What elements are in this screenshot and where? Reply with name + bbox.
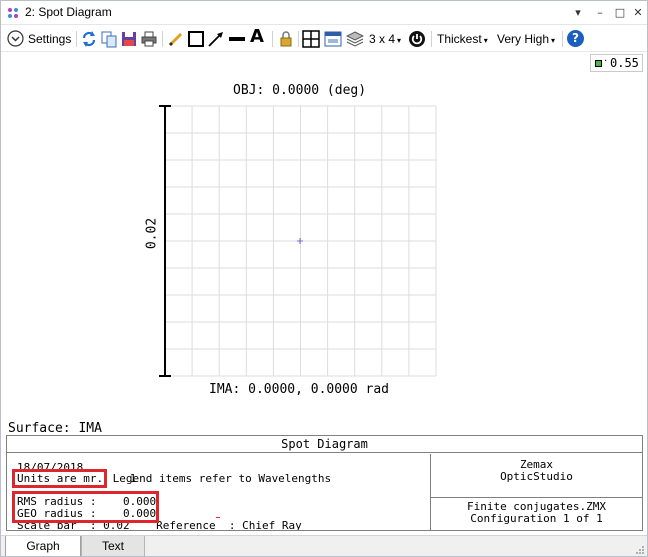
arrow-icon[interactable]	[207, 30, 225, 48]
wavelength-value: 0.55	[610, 56, 639, 70]
resize-grip-icon[interactable]	[635, 545, 645, 555]
toolbar: Settings A 3 x 4 ▾ Thickest ▾ Very High …	[1, 26, 647, 52]
minimize-button[interactable]: –	[589, 3, 611, 23]
layout-dropdown[interactable]: 3 x 4 ▾	[369, 29, 401, 49]
toolbar-separator	[76, 31, 77, 47]
rectangle-icon[interactable]	[187, 30, 205, 48]
plot-title: OBJ: 0.0000 (deg)	[233, 83, 367, 98]
info-box: Spot Diagram 18/07/2018 Field : 1 Units …	[6, 435, 643, 531]
wavelength-color-swatch	[595, 60, 602, 67]
pencil-icon[interactable]	[167, 30, 185, 48]
spot-diagram-plot	[159, 105, 437, 377]
wavelength-marker: ·	[604, 56, 608, 67]
radius-highlight-box	[12, 491, 159, 523]
units-highlight-box	[12, 469, 107, 488]
caret-down-icon: ▾	[551, 36, 556, 45]
window-layout-icon[interactable]	[324, 30, 342, 48]
tab-text[interactable]: Text	[81, 536, 145, 556]
refresh-icon[interactable]	[80, 30, 98, 48]
line-icon[interactable]	[228, 30, 246, 48]
line-weight-dropdown[interactable]: Thickest ▾	[437, 29, 488, 49]
grid-icon[interactable]	[302, 30, 320, 48]
quality-label: Very High	[497, 32, 550, 46]
close-button[interactable]: ✕	[627, 3, 647, 23]
line-weight-label: Thickest	[437, 32, 482, 46]
info-company-panel: Zemax OpticStudio	[430, 454, 642, 498]
window-title: 2: Spot Diagram	[25, 5, 112, 19]
surface-label: Surface: IMA	[8, 421, 102, 436]
quality-dropdown[interactable]: Very High ▾	[497, 29, 555, 49]
toolbar-separator	[431, 31, 432, 47]
info-left-panel: 18/07/2018 Field : 1 Units are mr. Legen…	[7, 454, 430, 530]
caret-down-icon: ▾	[483, 36, 488, 45]
tab-graph[interactable]: Graph	[5, 536, 81, 556]
window-menu-button[interactable]: ▾	[567, 3, 589, 23]
app-icon	[8, 8, 18, 18]
layers-icon[interactable]	[346, 30, 364, 48]
toolbar-separator	[272, 31, 273, 47]
chevron-down-circle-icon[interactable]	[7, 30, 24, 47]
layout-dropdown-label: 3 x 4	[369, 32, 396, 46]
spot-diagram-window: 2: Spot Diagram ▾ – □ ✕ Settings A 3 x 4…	[0, 0, 648, 557]
image-coordinates-label: IMA: 0.0000, 0.0000 rad	[209, 382, 390, 397]
help-icon[interactable]: ?	[567, 30, 584, 47]
text-tool-icon[interactable]: A	[250, 27, 264, 47]
toolbar-separator	[298, 31, 299, 47]
product-name: OpticStudio	[500, 470, 573, 483]
toolbar-separator	[562, 31, 563, 47]
copy-icon[interactable]	[100, 30, 118, 48]
lock-icon[interactable]	[277, 30, 295, 48]
toolbar-separator	[162, 31, 163, 47]
red-annotation-mark	[216, 517, 220, 518]
configuration-text: Configuration 1 of 1	[470, 512, 603, 525]
info-file-panel: Finite conjugates.ZMX Configuration 1 of…	[430, 498, 642, 530]
power-icon[interactable]	[408, 30, 426, 48]
scale-bar-label: 0.02	[144, 217, 160, 250]
info-header: Spot Diagram	[7, 436, 642, 453]
legend-text: Legend items refer to Wavelengths	[106, 472, 332, 485]
settings-button[interactable]: Settings	[28, 29, 71, 49]
title-bar: 2: Spot Diagram ▾ – □ ✕	[1, 1, 647, 25]
caret-down-icon: ▾	[397, 36, 402, 45]
print-icon[interactable]	[140, 30, 158, 48]
view-tabs: Graph Text	[1, 535, 647, 556]
save-icon[interactable]	[120, 30, 138, 48]
wavelength-legend: · 0.55	[590, 54, 643, 72]
